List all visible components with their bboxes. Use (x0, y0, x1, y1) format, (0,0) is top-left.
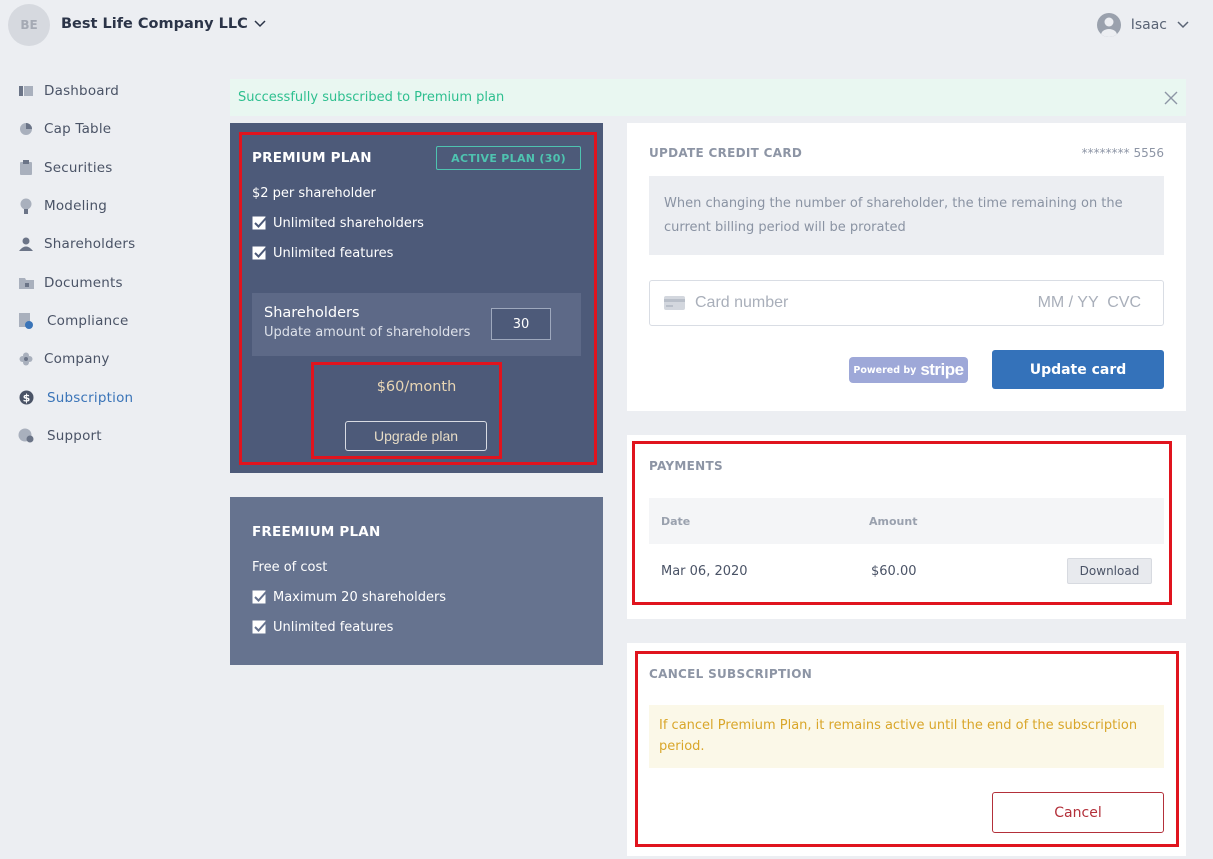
cancel-subscription-panel: CANCEL SUBSCRIPTION If cancel Premium Pl… (627, 643, 1186, 856)
credit-card-title: UPDATE CREDIT CARD (649, 146, 803, 160)
user-name[interactable]: Isaac (1131, 17, 1167, 33)
feature-label: Unlimited features (273, 619, 394, 635)
active-plan-badge: ACTIVE PLAN (30) (436, 146, 581, 170)
sidebar-item-label: Company (44, 351, 110, 368)
column-header-date: Date (661, 514, 691, 528)
sidebar-item-label: Documents (44, 274, 123, 291)
premium-price-line: $2 per shareholder (252, 186, 376, 201)
sidebar-item-documents[interactable]: Documents (0, 263, 210, 301)
clipboard-icon (17, 160, 35, 176)
powered-by-label: Powered by (853, 364, 917, 376)
sidebar-item-label: Securities (44, 159, 113, 176)
sidebar-item-company[interactable]: Company (0, 340, 210, 378)
card-number-placeholder: Card number (695, 294, 789, 311)
monthly-price: $60/month (376, 379, 457, 395)
pie-chart-icon (17, 121, 35, 137)
sidebar-nav: Dashboard Cap Table Securities Modeling … (0, 72, 210, 455)
shareholders-title: Shareholders (264, 305, 360, 321)
sidebar-item-dashboard[interactable]: Dashboard (0, 72, 210, 110)
premium-plan-title: PREMIUM PLAN (252, 150, 372, 166)
sidebar-item-support[interactable]: Support (0, 417, 210, 455)
cancel-warning: If cancel Premium Plan, it remains activ… (649, 705, 1164, 768)
success-alert: Successfully subscribed to Premium plan (230, 79, 1186, 116)
chevron-down-icon[interactable] (1177, 21, 1189, 29)
checkbox-checked-icon (252, 216, 268, 230)
sidebar-item-label: Dashboard (44, 83, 120, 100)
alert-message: Successfully subscribed to Premium plan (238, 90, 505, 105)
table-row: Mar 06, 2020 $60.00 Download (649, 544, 1164, 599)
sidebar-item-modeling[interactable]: Modeling (0, 187, 210, 225)
card-number-input[interactable]: Card number MM / YY CVC (649, 280, 1164, 326)
feature-item: Maximum 20 shareholders (252, 589, 446, 605)
column-header-amount: Amount (869, 514, 918, 528)
sidebar-item-cap-table[interactable]: Cap Table (0, 110, 210, 148)
checkbox-checked-icon (252, 620, 268, 634)
payments-title: PAYMENTS (649, 459, 723, 473)
sidebar-item-label: Subscription (47, 389, 134, 406)
user-menu[interactable]: Isaac (1096, 13, 1189, 37)
feature-label: Unlimited shareholders (273, 215, 424, 231)
checkbox-checked-icon (252, 590, 268, 604)
cancel-subscription-title: CANCEL SUBSCRIPTION (649, 667, 813, 681)
proration-info: When changing the number of shareholder,… (649, 176, 1164, 255)
sidebar-item-securities[interactable]: Securities (0, 149, 210, 187)
sidebar-item-shareholders[interactable]: Shareholders (0, 225, 210, 263)
freemium-plan-title: FREEMIUM PLAN (252, 524, 381, 540)
update-credit-card-panel: UPDATE CREDIT CARD ******** 5556 When ch… (627, 123, 1186, 411)
payment-amount: $60.00 (871, 564, 917, 579)
svg-text:$: $ (22, 392, 30, 405)
checkbox-checked-icon (252, 246, 268, 260)
upgrade-plan-button[interactable]: Upgrade plan (345, 421, 487, 451)
sidebar-item-compliance[interactable]: Compliance (0, 302, 210, 340)
chevron-down-icon[interactable] (254, 20, 266, 28)
payments-table: Date Amount Mar 06, 2020 $60.00 Download (649, 498, 1164, 599)
premium-plan-card: PREMIUM PLAN ACTIVE PLAN (30) $2 per sha… (230, 123, 603, 473)
expiry-cvc-placeholder: MM / YY CVC (1037, 294, 1141, 311)
cancel-subscription-button[interactable]: Cancel (992, 792, 1164, 833)
feature-label: Unlimited features (273, 245, 394, 261)
shareholders-subtitle: Update amount of shareholders (264, 325, 471, 340)
freemium-plan-card: FREEMIUM PLAN Free of cost Maximum 20 sh… (230, 497, 603, 665)
dollar-icon: $ (17, 390, 35, 406)
table-header: Date Amount (649, 498, 1164, 544)
company-name[interactable]: Best Life Company LLC (61, 16, 248, 32)
feature-item: Unlimited features (252, 245, 393, 261)
dashboard-icon (17, 83, 35, 99)
user-avatar-icon[interactable] (1096, 13, 1121, 37)
flower-icon (17, 351, 35, 367)
feature-item: Unlimited shareholders (252, 215, 424, 231)
powered-by-stripe-badge[interactable]: Powered by stripe (849, 357, 968, 383)
sidebar-item-subscription[interactable]: $ Subscription (0, 378, 210, 416)
download-button[interactable]: Download (1067, 558, 1152, 584)
document-check-icon (17, 312, 35, 329)
sidebar-item-label: Modeling (44, 198, 108, 215)
credit-card-icon (664, 296, 685, 310)
lightbulb-icon (17, 198, 35, 215)
payment-date: Mar 06, 2020 (661, 564, 748, 579)
payments-panel: PAYMENTS Date Amount Mar 06, 2020 $60.00… (627, 435, 1186, 619)
feature-item: Unlimited features (252, 619, 393, 635)
sidebar-item-label: Shareholders (44, 236, 136, 253)
support-icon (17, 428, 35, 444)
masked-card-number: ******** 5556 (1081, 146, 1164, 160)
sidebar-item-label: Support (47, 427, 102, 444)
freemium-price-line: Free of cost (252, 560, 328, 575)
sidebar-item-label: Compliance (47, 312, 129, 329)
update-card-button[interactable]: Update card (992, 350, 1164, 389)
folder-icon (17, 275, 35, 291)
close-icon[interactable] (1164, 91, 1178, 105)
person-icon (17, 236, 35, 252)
stripe-logo: stripe (920, 360, 964, 379)
company-avatar[interactable]: BE (8, 4, 50, 46)
shareholders-count-input[interactable]: 30 (491, 308, 551, 340)
feature-label: Maximum 20 shareholders (273, 589, 447, 605)
shareholders-box: Shareholders Update amount of shareholde… (252, 293, 581, 356)
sidebar-item-label: Cap Table (44, 121, 112, 138)
company-switcher[interactable]: Best Life Company LLC (61, 16, 266, 32)
